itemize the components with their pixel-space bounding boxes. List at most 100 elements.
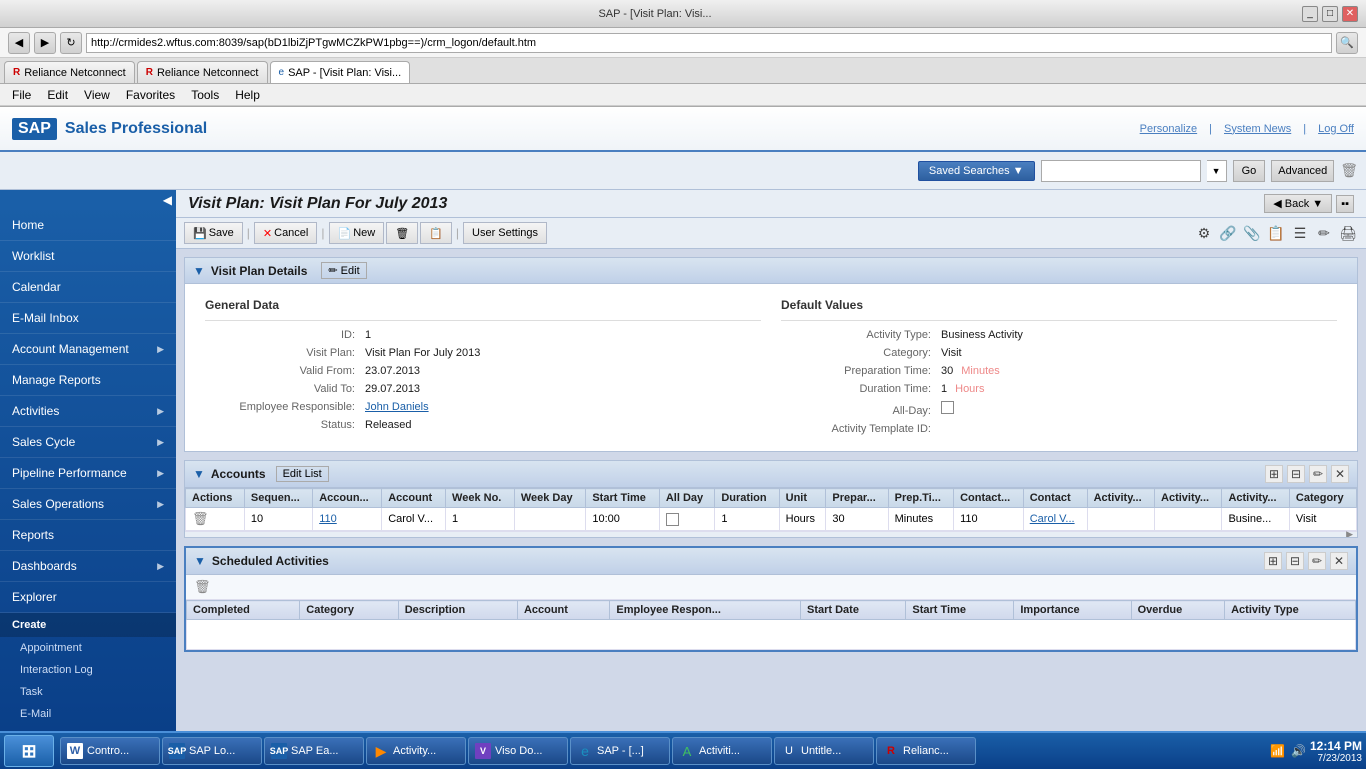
edit-icon[interactable]: ✏ (1314, 223, 1334, 243)
advanced-button[interactable]: Advanced (1271, 160, 1334, 182)
system-news-link[interactable]: System News (1224, 123, 1291, 135)
sidebar-item-activities[interactable]: Activities (0, 396, 176, 427)
saved-searches-button[interactable]: Saved Searches ▼ (918, 161, 1035, 181)
sched-table-settings-icon[interactable]: ⊞ (1264, 552, 1282, 570)
col-contact[interactable]: Contact (1023, 489, 1087, 508)
sidebar-item-sales-operations[interactable]: Sales Operations (0, 489, 176, 520)
user-settings-button[interactable]: User Settings (463, 222, 547, 244)
taskbar-btn-sap-ea[interactable]: SAP SAP Ea... (264, 737, 364, 765)
search-dropdown[interactable]: ▼ (1207, 160, 1227, 182)
table-export-icon[interactable]: ⊟ (1287, 465, 1305, 483)
sidebar-item-worklist[interactable]: Worklist (0, 241, 176, 272)
print-icon[interactable]: 🖨 (1338, 223, 1358, 243)
col-prepar[interactable]: Prepar... (826, 489, 888, 508)
sidebar-item-reports[interactable]: Reports (0, 520, 176, 551)
volume-icon[interactable]: 🔊 (1291, 744, 1306, 758)
start-button[interactable]: ⊞ (4, 735, 54, 767)
personalize-link[interactable]: Personalize (1140, 123, 1197, 135)
visit-plan-edit-button[interactable]: ✏ Edit (321, 262, 366, 279)
taskbar-btn-sap-ie[interactable]: e SAP - [...] (570, 737, 670, 765)
menu-edit[interactable]: Edit (39, 86, 76, 104)
col-account-id[interactable]: Accoun... (313, 489, 382, 508)
sidebar-item-calendar[interactable]: Calendar (0, 272, 176, 303)
sidebar-create-appointment[interactable]: Appointment (0, 637, 176, 659)
taskbar-btn-activity[interactable]: ▶ Activity... (366, 737, 466, 765)
accounts-edit-list-button[interactable]: Edit List (276, 466, 329, 482)
clipboard-icon[interactable]: 📋 (1266, 223, 1286, 243)
sched-table-edit-icon[interactable]: ✏ (1308, 552, 1326, 570)
scheduled-expand-icon[interactable]: ▼ (194, 554, 206, 568)
col-activity2[interactable]: Activity... (1155, 489, 1222, 508)
col-account[interactable]: Account (382, 489, 446, 508)
col-all-day[interactable]: All Day (659, 489, 715, 508)
new-button[interactable]: 📄 New (329, 222, 385, 244)
visit-plan-expand-icon[interactable]: ▼ (193, 264, 205, 278)
browser-tab-1[interactable]: R Reliance Netconnect (4, 61, 135, 83)
view-options-button[interactable]: ▪▪ (1336, 195, 1354, 213)
sidebar-create-contact[interactable]: Contact (0, 725, 176, 731)
delete-row-icon[interactable]: 🗑 (192, 511, 209, 526)
col-contact-id[interactable]: Contact... (954, 489, 1024, 508)
sched-table-close-icon[interactable]: ✕ (1330, 552, 1348, 570)
maximize-button[interactable]: □ (1322, 6, 1338, 22)
sidebar-item-manage-reports[interactable]: Manage Reports (0, 365, 176, 396)
save-button[interactable]: 💾 Save (184, 222, 243, 244)
search-input[interactable] (1041, 160, 1201, 182)
accounts-expand-icon[interactable]: ▼ (193, 467, 205, 481)
sidebar-create-interaction-log[interactable]: Interaction Log (0, 659, 176, 681)
sidebar-item-pipeline-performance[interactable]: Pipeline Performance (0, 458, 176, 489)
taskbar-clock-display[interactable]: 12:14 PM 7/23/2013 (1310, 739, 1362, 764)
col-unit[interactable]: Unit (779, 489, 826, 508)
attachment-icon[interactable]: 📎 (1242, 223, 1262, 243)
sidebar-item-email-inbox[interactable]: E-Mail Inbox (0, 303, 176, 334)
taskbar-btn-activiti[interactable]: A Activiti... (672, 737, 772, 765)
col-activity3[interactable]: Activity... (1222, 489, 1289, 508)
col-sequence[interactable]: Sequen... (244, 489, 312, 508)
forward-nav-button[interactable]: ▶ (34, 32, 56, 54)
table-scroll-bar[interactable]: ▶ (185, 531, 1357, 537)
delete-search-icon[interactable]: 🗑 (1340, 162, 1358, 179)
sidebar-create-email[interactable]: E-Mail (0, 703, 176, 725)
log-off-link[interactable]: Log Off (1318, 123, 1354, 135)
back-button[interactable]: ◀ Back ▼ (1264, 194, 1332, 213)
col-activity1[interactable]: Activity... (1087, 489, 1154, 508)
sidebar-item-account-management[interactable]: Account Management (0, 334, 176, 365)
menu-favorites[interactable]: Favorites (118, 86, 183, 104)
menu-file[interactable]: File (4, 86, 39, 104)
menu-tools[interactable]: Tools (183, 86, 227, 104)
all-day-checkbox[interactable] (941, 401, 954, 414)
taskbar-btn-viso[interactable]: V Viso Do... (468, 737, 568, 765)
col-week-no[interactable]: Week No. (446, 489, 515, 508)
sidebar-toggle[interactable]: ◀ (0, 190, 176, 210)
taskbar-btn-word[interactable]: W Contro... (60, 737, 160, 765)
taskbar-btn-relianc[interactable]: R Relianc... (876, 737, 976, 765)
col-week-day[interactable]: Week Day (514, 489, 586, 508)
minimize-button[interactable]: _ (1302, 6, 1318, 22)
delete-button[interactable]: 🗑 (386, 222, 418, 244)
sidebar-item-sales-cycle[interactable]: Sales Cycle (0, 427, 176, 458)
menu-view[interactable]: View (76, 86, 118, 104)
col-category[interactable]: Category (1289, 489, 1356, 508)
close-button[interactable]: ✕ (1342, 6, 1358, 22)
refresh-button[interactable]: ↻ (60, 32, 82, 54)
network-icon[interactable]: 📶 (1270, 744, 1285, 758)
table-settings-icon[interactable]: ⊞ (1265, 465, 1283, 483)
sidebar-item-home[interactable]: Home (0, 210, 176, 241)
sidebar-create-task[interactable]: Task (0, 681, 176, 703)
col-duration[interactable]: Duration (715, 489, 779, 508)
all-day-cell-checkbox[interactable] (666, 513, 679, 526)
browser-tab-3[interactable]: e SAP - [Visit Plan: Visi... (270, 61, 411, 83)
sidebar-item-dashboards[interactable]: Dashboards (0, 551, 176, 582)
browser-tab-2[interactable]: R Reliance Netconnect (137, 61, 268, 83)
employee-value[interactable]: John Daniels (365, 401, 429, 413)
sched-delete-icon[interactable]: 🗑 (194, 579, 211, 595)
taskbar-btn-sap-lo[interactable]: SAP SAP Lo... (162, 737, 262, 765)
cancel-button[interactable]: ✕ Cancel (254, 222, 317, 244)
search-icon[interactable]: 🔍 (1336, 32, 1358, 54)
settings-icon[interactable]: ⚙ (1194, 223, 1214, 243)
table-close-icon[interactable]: ✕ (1331, 465, 1349, 483)
table-edit-icon[interactable]: ✏ (1309, 465, 1327, 483)
go-button[interactable]: Go (1233, 160, 1266, 182)
link-icon[interactable]: 🔗 (1218, 223, 1238, 243)
copy-button[interactable]: 📋 (420, 222, 452, 244)
